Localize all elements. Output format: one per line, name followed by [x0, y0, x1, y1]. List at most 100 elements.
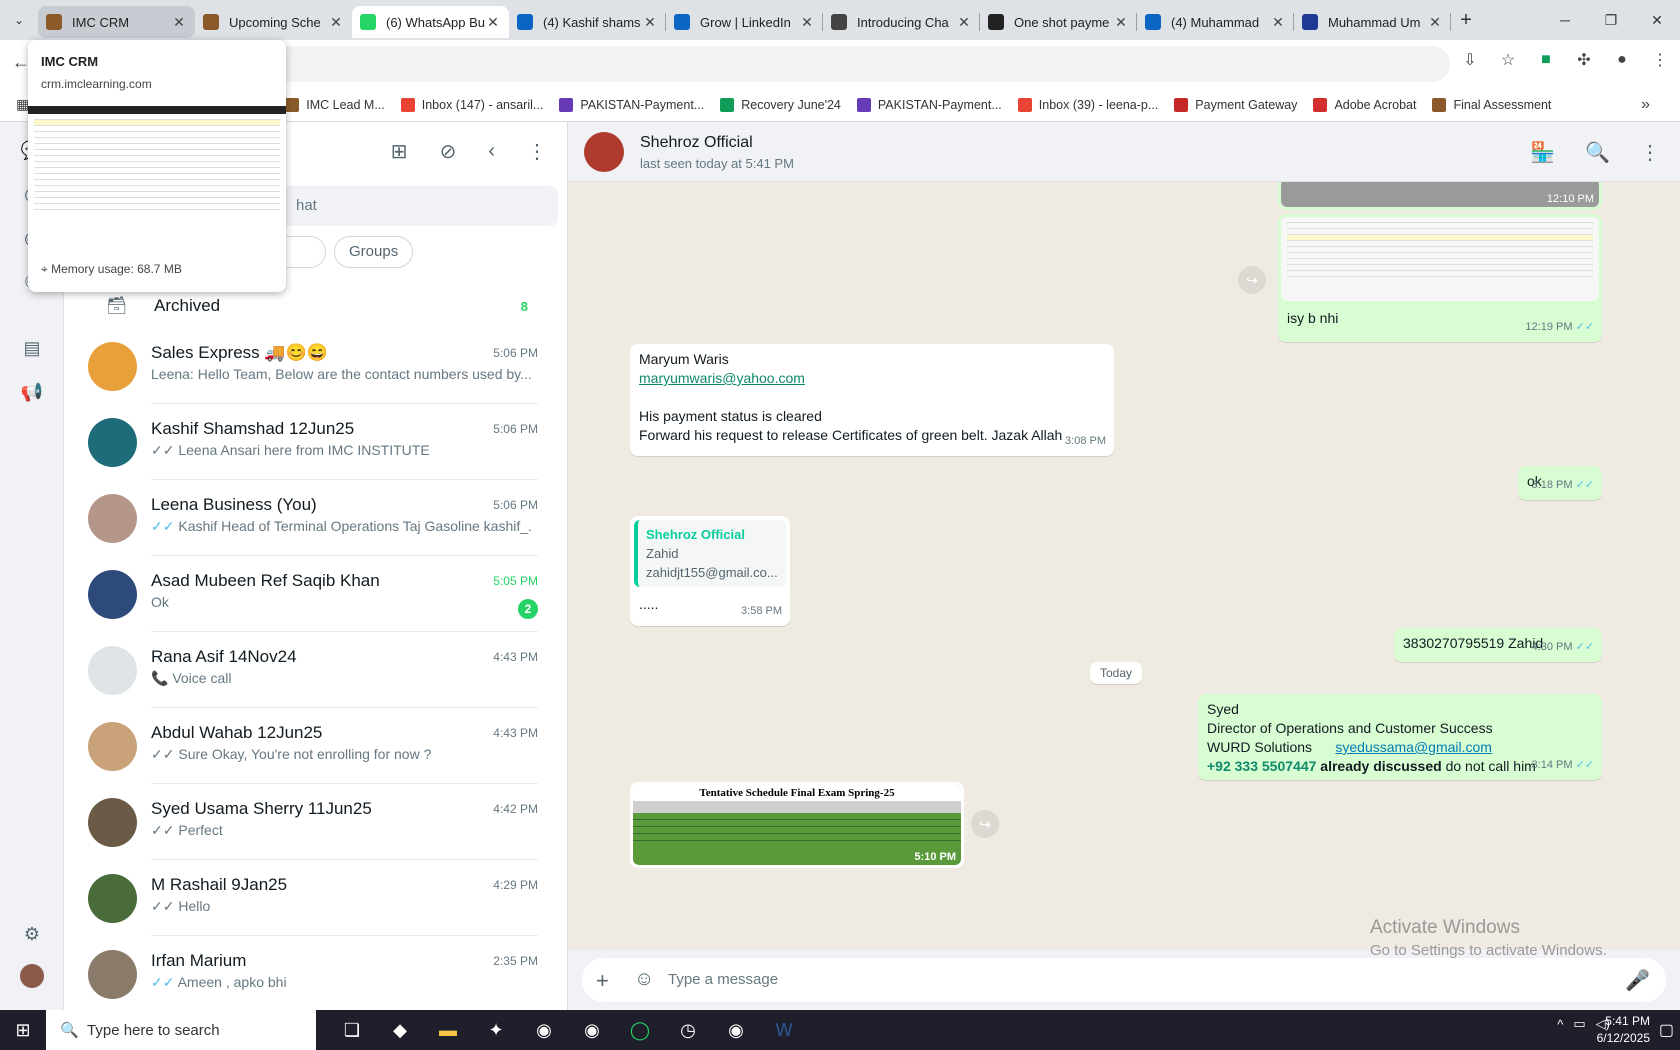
clock-app-icon[interactable]: ◷ [664, 1010, 712, 1050]
whatsapp-icon[interactable]: ◯ [616, 1010, 664, 1050]
collapse-icon[interactable]: ‹ [488, 140, 495, 163]
tab-close-icon[interactable]: ✕ [328, 14, 344, 31]
settings-icon[interactable]: ⚙ [20, 922, 44, 946]
tab-close-icon[interactable]: ✕ [1270, 14, 1286, 31]
tab-close-icon[interactable]: ✕ [956, 14, 972, 31]
taskbar-search[interactable]: 🔍 Type here to search [46, 1010, 316, 1050]
browser-tab[interactable]: (4) Kashif shams ✕ [509, 6, 666, 38]
quoted-message[interactable]: Shehroz Official Zahid zahidjt155@gmail.… [634, 520, 786, 587]
minimize-icon[interactable]: ─ [1542, 0, 1588, 40]
browser-tab[interactable]: IMC CRM ✕ [38, 6, 195, 38]
reply-message[interactable]: Shehroz Official Zahid zahidjt155@gmail.… [630, 516, 790, 626]
extension-green-icon[interactable]: ■ [1536, 51, 1556, 69]
emoji-icon[interactable]: ☺ [634, 968, 654, 991]
contact-name[interactable]: Shehroz Official [640, 134, 753, 152]
taskbar-clock[interactable]: 5:41 PM 6/12/2025 [1597, 1013, 1650, 1047]
bookmark-item[interactable]: Payment Gateway [1174, 97, 1297, 112]
bookmark-item[interactable]: IMC Lead M... [285, 97, 385, 112]
menu-icon[interactable]: ⋮ [1640, 140, 1660, 165]
more-bookmarks-icon[interactable]: » [1641, 96, 1650, 114]
ads-icon[interactable]: 📢 [20, 380, 44, 404]
image-message[interactable]: isy b nhi 12:19 PM ✓✓ [1278, 214, 1602, 342]
bookmark-item[interactable]: PAKISTAN-Payment... [559, 97, 704, 112]
profile-avatar[interactable] [20, 964, 44, 988]
chat-list-item[interactable]: Abdul Wahab 12Jun25 ✓✓ Sure Okay, You're … [64, 708, 567, 784]
mic-icon[interactable]: 🎤 [1625, 968, 1650, 993]
attach-icon[interactable]: + [596, 968, 609, 994]
chat-avatar[interactable] [88, 417, 137, 467]
chat-avatar[interactable] [88, 493, 137, 543]
search-icon[interactable]: 🔍 [1585, 140, 1610, 165]
chrome-icon[interactable]: ◉ [520, 1010, 568, 1050]
chat-list-item[interactable]: Leena Business (You) ✓✓ Kashif Head of Te… [64, 480, 567, 556]
profile-avatar[interactable]: ● [1612, 51, 1632, 69]
browser-tab[interactable]: (6) WhatsApp Bu ✕ [352, 6, 509, 38]
new-tab-button[interactable]: + [1451, 9, 1481, 32]
chat-list-item[interactable]: Asad Mubeen Ref Saqib Khan Ok 5:05 PM 2 [64, 556, 567, 632]
tab-close-icon[interactable]: ✕ [485, 14, 501, 31]
app-icon[interactable]: ✦ [472, 1010, 520, 1050]
chat-list-item[interactable]: Kashif Shamshad 12Jun25 ✓✓ Leena Ansari h… [64, 404, 567, 480]
bookmark-item[interactable]: Inbox (39) - leena-p... [1017, 97, 1158, 112]
forward-icon[interactable]: ↪ [971, 810, 999, 838]
chat-list-item[interactable]: M Rashail 9Jan25 ✓✓ Hello 4:29 PM [64, 860, 567, 936]
message-bubble[interactable]: Maryum Waris maryumwaris@yahoo.com His p… [630, 344, 1114, 456]
word-icon[interactable]: W [760, 1010, 808, 1050]
message-bubble[interactable]: ok 3:18 PM ✓✓ [1518, 466, 1602, 500]
tab-close-icon[interactable]: ✕ [799, 14, 815, 31]
chat-avatar[interactable] [88, 949, 137, 999]
task-view-icon[interactable]: ❏ [328, 1010, 376, 1050]
chat-avatar[interactable] [88, 645, 137, 695]
chat-avatar[interactable] [88, 569, 137, 619]
chevron-up-icon[interactable]: ^ [1557, 1017, 1563, 1032]
bookmark-item[interactable]: Adobe Acrobat [1313, 97, 1416, 112]
chat-avatar[interactable] [88, 341, 137, 391]
bookmark-item[interactable]: Inbox (147) - ansaril... [400, 97, 543, 112]
tab-search-icon[interactable]: ⌄ [0, 0, 38, 40]
chat-avatar[interactable] [88, 721, 137, 771]
message-input-box[interactable]: + ☺ Type a message 🎤 [582, 958, 1666, 1002]
chat-list-item[interactable]: Irfan Marium ✓✓ Ameen , apko bhi 2:35 PM [64, 936, 567, 1010]
catalog-icon[interactable]: 🏪 [1530, 140, 1555, 165]
file-explorer-icon[interactable]: ▬ [424, 1010, 472, 1050]
notifications-icon[interactable]: ▢ [1659, 1020, 1674, 1040]
browser-tab[interactable]: Introducing Cha ✕ [823, 6, 980, 38]
forward-icon[interactable]: ↪ [1238, 266, 1266, 294]
email-link[interactable]: syedussama@gmail.com [1335, 739, 1492, 755]
bookmark-item[interactable]: PAKISTAN-Payment... [856, 97, 1002, 112]
copilot-icon[interactable]: ◆ [376, 1010, 424, 1050]
conversation-header[interactable]: Shehroz Official last seen today at 5:41… [568, 122, 1680, 182]
message-input[interactable]: Type a message [668, 971, 778, 988]
image-message[interactable]: 12:10 PM [1278, 182, 1602, 210]
email-link[interactable]: maryumwaris@yahoo.com [639, 369, 1105, 388]
chrome-icon[interactable]: ◉ [568, 1010, 616, 1050]
contact-avatar[interactable] [584, 132, 624, 172]
network-icon[interactable]: ▭ [1573, 1016, 1585, 1032]
extensions-icon[interactable]: ✣ [1574, 50, 1594, 70]
hide-icon[interactable]: ⊘ [440, 139, 457, 164]
chat-list-item[interactable]: Rana Asif 14Nov24 📞 Voice call 4:43 PM [64, 632, 567, 708]
message-bubble[interactable]: 3830270795519 Zahid 4:30 PM ✓✓ [1394, 628, 1602, 662]
image-message[interactable]: Tentative Schedule Final Exam Spring-25 … [630, 782, 964, 868]
tab-close-icon[interactable]: ✕ [642, 14, 658, 31]
browser-tab[interactable]: (4) Muhammad ✕ [1137, 6, 1294, 38]
tab-close-icon[interactable]: ✕ [1427, 14, 1443, 31]
message-bubble[interactable]: Syed Director of Operations and Customer… [1198, 694, 1602, 780]
message-list[interactable]: 12:10 PM ↪ isy b nhi 12:19 PM ✓✓ Maryum … [568, 182, 1680, 950]
chrome-icon[interactable]: ◉ [712, 1010, 760, 1050]
browser-tab[interactable]: One shot payme ✕ [980, 6, 1137, 38]
bookmark-item[interactable]: Recovery June'24 [720, 97, 841, 112]
bookmark-item[interactable]: Final Assessment [1432, 97, 1551, 112]
close-window-icon[interactable]: ✕ [1634, 0, 1680, 40]
chat-list-item[interactable]: Syed Usama Sherry 11Jun25 ✓✓ Perfect 4:42 … [64, 784, 567, 860]
tab-close-icon[interactable]: ✕ [171, 14, 187, 31]
filter-chip-groups[interactable]: Groups [334, 236, 414, 268]
new-chat-icon[interactable]: ⊞ [391, 139, 408, 164]
chat-list-item[interactable]: Sales Express 🚚😊😄 Leena: Hello Team, Belo… [64, 328, 567, 404]
bookmark-star-icon[interactable]: ☆ [1498, 50, 1518, 70]
tab-close-icon[interactable]: ✕ [1113, 14, 1129, 31]
browser-tab[interactable]: Upcoming Sche ✕ [195, 6, 352, 38]
start-icon[interactable]: ⊞ [0, 1010, 46, 1050]
install-icon[interactable]: ⇩ [1460, 50, 1480, 70]
menu-icon[interactable]: ⋮ [527, 139, 547, 164]
